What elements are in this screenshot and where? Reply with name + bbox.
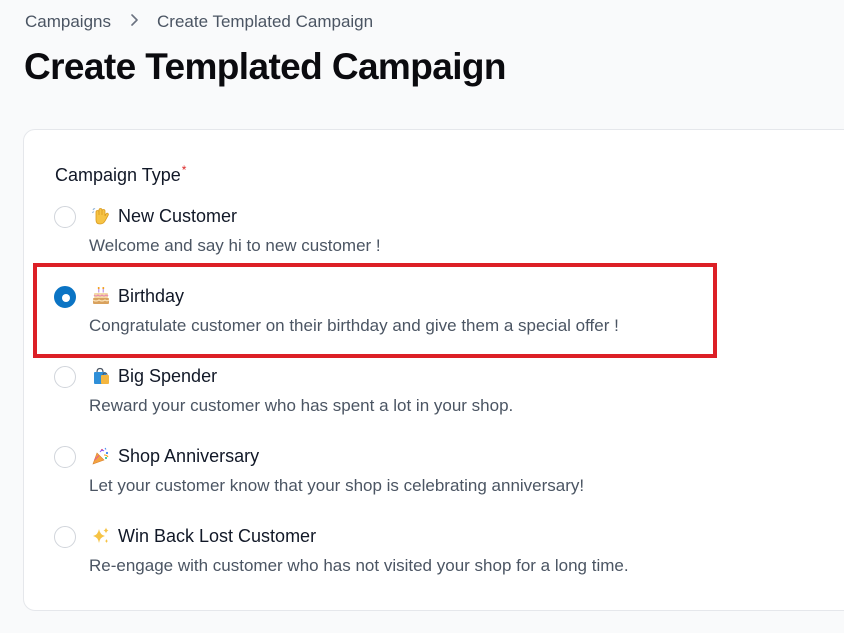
option-birthday[interactable]: Birthday Congratulate customer on their … <box>52 282 772 346</box>
option-description: Congratulate customer on their birthday … <box>89 316 619 335</box>
breadcrumb-current: Create Templated Campaign <box>157 12 374 31</box>
campaign-type-card: Campaign Type* New Customer Welcome and … <box>23 129 844 611</box>
option-title: Big Spender <box>118 366 218 386</box>
radio-birthday[interactable] <box>54 286 76 308</box>
party-popper-icon <box>91 446 111 466</box>
page-title: Create Templated Campaign <box>24 46 506 87</box>
radio-big-spender[interactable] <box>54 366 76 388</box>
required-marker: * <box>181 163 187 177</box>
breadcrumb-campaigns-link[interactable]: Campaigns <box>25 12 111 32</box>
option-description: Welcome and say hi to new customer ! <box>89 236 381 255</box>
radio-shop-anniversary[interactable] <box>54 446 76 468</box>
waving-hand-icon <box>91 206 111 226</box>
shopping-bags-icon <box>91 366 111 386</box>
option-description: Re-engage with customer who has not visi… <box>89 556 629 575</box>
option-title: New Customer <box>118 206 238 226</box>
option-description: Let your customer know that your shop is… <box>89 476 585 495</box>
option-title: Shop Anniversary <box>118 446 260 466</box>
option-title: Win Back Lost Customer <box>118 526 317 546</box>
option-new-customer[interactable]: New Customer Welcome and say hi to new c… <box>52 202 772 266</box>
option-big-spender[interactable]: Big Spender Reward your customer who has… <box>52 362 772 426</box>
radio-new-customer[interactable] <box>54 206 76 228</box>
campaign-type-label: Campaign Type* <box>55 163 187 185</box>
sparkles-icon <box>91 526 111 546</box>
option-win-back[interactable]: Win Back Lost Customer Re-engage with cu… <box>52 522 772 586</box>
option-shop-anniversary[interactable]: Shop Anniversary Let your customer know … <box>52 442 772 506</box>
breadcrumb-chevron-icon <box>130 13 140 31</box>
option-title: Birthday <box>118 286 185 306</box>
option-description: Reward your customer who has spent a lot… <box>89 396 514 415</box>
birthday-cake-icon <box>91 286 111 306</box>
radio-win-back[interactable] <box>54 526 76 548</box>
breadcrumb: Campaigns Create Templated Campaign <box>25 12 373 32</box>
